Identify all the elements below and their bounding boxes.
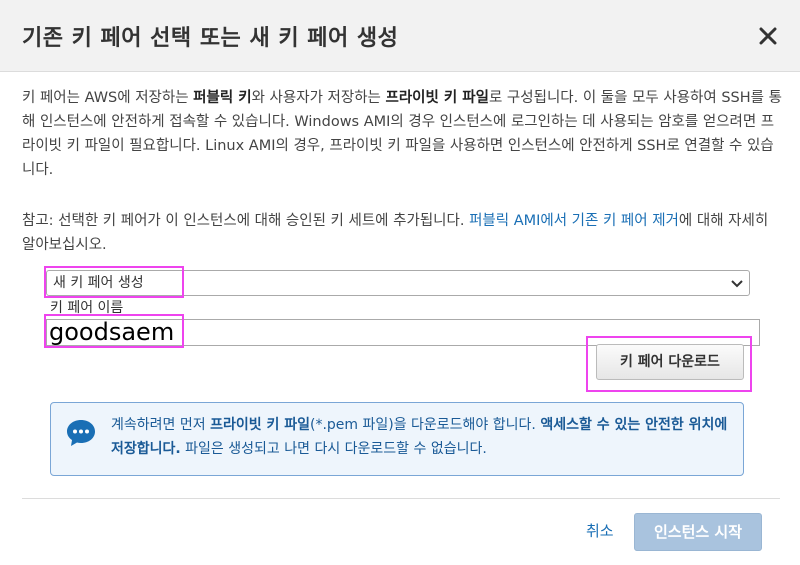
- close-button[interactable]: [754, 22, 782, 50]
- key-pair-option-select[interactable]: 새 키 페어 생성: [46, 270, 750, 296]
- info-text-1: 계속하려면 먼저: [111, 417, 211, 433]
- dialog-header: 기존 키 페어 선택 또는 새 키 페어 생성: [0, 0, 800, 72]
- intro-paragraph: 키 페어는 AWS에 저장하는 퍼블릭 키와 사용자가 저장하는 프라이빗 키 …: [22, 86, 782, 182]
- chevron-down-icon: [731, 280, 743, 288]
- intro-bold-private-key: 프라이빗 키 파일: [385, 90, 489, 106]
- intro-text-2: 와 사용자가 저장하는: [251, 90, 386, 106]
- download-key-pair-button[interactable]: 키 페어 다운로드: [596, 344, 744, 380]
- note-paragraph: 참고: 선택한 키 페어가 이 인스턴스에 대해 승인된 키 세트에 추가됩니다…: [22, 209, 782, 257]
- intro-bold-public-key: 퍼블릭 키: [193, 90, 252, 106]
- chat-bubble-icon: [67, 420, 95, 446]
- intro-text-1: 키 페어는 AWS에 저장하는: [22, 90, 194, 106]
- key-pair-dialog: 기존 키 페어 선택 또는 새 키 페어 생성 키 페어는 AWS에 저장하는 …: [0, 0, 800, 565]
- remove-key-pair-link[interactable]: 퍼블릭 AMI에서 기존 키 페어 제거: [469, 213, 679, 229]
- close-icon: [759, 27, 777, 45]
- footer-divider: [22, 498, 780, 499]
- key-pair-name-input[interactable]: goodsaem: [46, 319, 760, 346]
- info-text-3: 파일은 생성되고 나면 다시 다운로드할 수 없습니다.: [180, 441, 487, 457]
- select-value: 새 키 페어 생성: [53, 275, 144, 291]
- cancel-button[interactable]: 취소: [586, 520, 614, 541]
- note-text: 참고: 선택한 키 페어가 이 인스턴스에 대해 승인된 키 세트에 추가됩니다…: [22, 213, 470, 229]
- key-pair-name-value: goodsaem: [49, 318, 175, 346]
- launch-instances-button[interactable]: 인스턴스 시작: [634, 513, 762, 551]
- info-alert: 계속하려면 먼저 프라이빗 키 파일(*.pem 파일)을 다운로드해야 합니다…: [50, 402, 744, 476]
- info-text-2: (*.pem 파일)을 다운로드해야 합니다.: [309, 417, 541, 433]
- dialog-title: 기존 키 페어 선택 또는 새 키 페어 생성: [22, 26, 399, 51]
- info-bold-private-key: 프라이빗 키 파일: [210, 417, 310, 433]
- info-text: 계속하려면 먼저 프라이빗 키 파일(*.pem 파일)을 다운로드해야 합니다…: [111, 413, 735, 461]
- key-pair-name-label: 키 페어 이름: [50, 300, 124, 316]
